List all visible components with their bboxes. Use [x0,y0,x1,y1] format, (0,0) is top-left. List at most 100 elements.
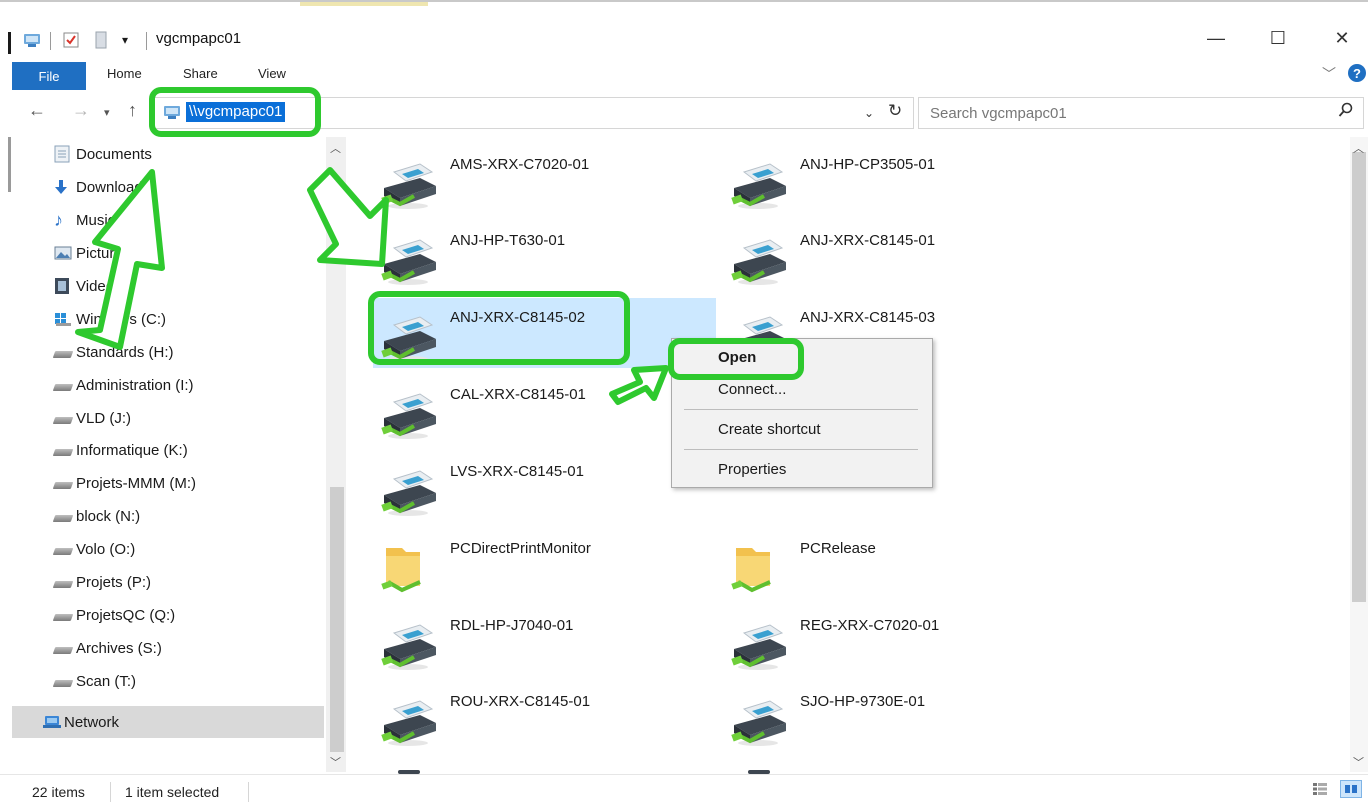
minimize-button[interactable]: — [1196,24,1236,52]
network-icon [42,714,64,730]
nav-item-label: Downloads [76,178,151,196]
nav-scroll-up-icon[interactable]: ︿ [330,140,341,156]
printer-item[interactable]: RDL-HP-J7040-01 [380,609,680,673]
nav-item-standards-h[interactable]: Standards (H:) [52,340,174,364]
printer-item[interactable]: ANJ-HP-T630-01 [380,224,680,288]
nav-item-windows-c[interactable]: Windows (C:) [54,307,166,331]
item-label: ANJ-XRX-C8145-01 [800,232,936,249]
printer-item[interactable]: ANJ-XRX-C8145-01 [730,224,1030,288]
music-icon: ♪ [54,209,63,230]
nav-item-videos[interactable]: Videos [54,274,122,298]
window-title: vgcmpapc01 [156,30,242,47]
forward-arrow-icon[interactable]: → [72,100,90,121]
item-label: ROU-XRX-C8145-01 [450,693,591,710]
printer-item[interactable]: ROU-XRX-C8145-01 [380,685,680,749]
pictures-icon [54,246,76,260]
help-icon[interactable]: ? [1348,64,1366,82]
nav-item-projetsqc-q[interactable]: ProjetsQC (Q:) [52,603,176,627]
nav-item-label: ProjetsQC (Q:) [76,606,176,624]
nav-item-administration-i[interactable]: Administration (I:) [52,373,194,397]
network-drive-icon [52,577,76,588]
tab-file[interactable]: File [12,62,86,90]
explorer-window: ▾ vgcmpapc01 — ☐ ✕ File Home Share View … [0,0,1368,812]
item-label: CAL-XRX-C8145-01 [450,386,586,403]
folder-item[interactable]: PCRelease [730,532,1030,596]
nav-item-scan-t[interactable]: Scan (T:) [52,669,136,693]
maximize-button[interactable]: ☐ [1258,24,1298,52]
back-arrow-icon[interactable]: ← [28,100,46,121]
nav-scroll-down-icon[interactable]: ﹀ [330,754,341,770]
item-label: ANJ-HP-T630-01 [450,232,566,249]
item-label: ANJ-XRX-C8145-03 [800,309,936,326]
large-icons-view-icon[interactable] [1340,780,1362,798]
nav-item-network[interactable]: Network [42,710,119,734]
network-drive-icon [52,347,76,358]
nav-item-label: Windows (C:) [76,310,167,328]
app-network-icon [22,30,44,50]
nav-item-label: Standards (H:) [76,343,174,361]
context-menu-connect[interactable]: Connect... [718,381,786,398]
close-icon: ✕ [1334,27,1350,48]
item-label: PCDirectPrintMonitor [450,540,591,557]
network-drive-icon [52,413,76,424]
content-scroll-down-icon[interactable]: ﹀ [1353,754,1364,770]
nav-item-informatique-k[interactable]: Informatique (K:) [52,438,188,462]
properties-quick-icon[interactable] [62,30,80,50]
context-menu-create-shortcut[interactable]: Create shortcut [718,421,821,438]
nav-item-label: Projets-MMM (M:) [76,474,196,492]
nav-item-vld-j[interactable]: VLD (J:) [52,406,131,430]
folder-item[interactable]: PCDirectPrintMonitor [380,532,680,596]
item-label: REG-XRX-C7020-01 [800,617,940,634]
refresh-icon[interactable]: ↻ [888,101,902,121]
nav-item-label: Volo (O:) [76,540,136,558]
printer-item[interactable]: AMS-XRX-C7020-01 [380,148,680,212]
context-menu-properties[interactable]: Properties [718,461,786,478]
printer-item[interactable]: CAL-XRX-C8145-01 [380,378,680,442]
close-button[interactable]: ✕ [1322,24,1362,52]
nav-item-documents[interactable]: Documents [54,142,152,166]
nav-item-label: Music [76,211,116,229]
search-icon[interactable] [1338,102,1354,121]
search-placeholder: Search vgcmpapc01 [930,105,1067,122]
nav-item-projets-mmm-m[interactable]: Projets-MMM (M:) [52,471,196,495]
details-view-icon[interactable] [1312,782,1328,799]
address-history-chevron-icon[interactable]: ⌄ [864,106,874,120]
nav-item-music[interactable]: ♪ Music [54,208,115,232]
nav-item-downloads[interactable]: Downloads [54,175,150,199]
tab-view[interactable]: View [258,66,286,81]
recent-locations-chevron-icon[interactable]: ▾ [104,106,110,119]
tab-share[interactable]: Share [183,66,218,81]
nav-item-projets-p[interactable]: Projets (P:) [52,570,152,594]
network-drive-icon [52,610,76,621]
nav-item-label: Archives (S:) [76,639,162,657]
nav-item-block-n[interactable]: block (N:) [52,504,140,528]
nav-item-pictures[interactable]: Pictures [54,241,130,265]
network-drive-icon [52,511,76,522]
context-menu-separator [684,409,918,410]
item-label: SJO-HP-9730E-01 [800,693,926,710]
nav-scrollbar-thumb[interactable] [330,487,344,752]
status-item-count: 22 items [32,784,85,800]
new-folder-quick-icon[interactable] [94,30,108,50]
nav-item-label: Informatique (K:) [76,441,188,459]
windows-drive-icon [54,312,76,326]
network-drive-icon [52,676,76,687]
nav-item-archives-s[interactable]: Archives (S:) [52,636,162,660]
customize-quick-access-icon[interactable]: ▾ [122,30,128,50]
up-arrow-icon[interactable]: ↑ [128,100,137,121]
printer-item[interactable]: ANJ-HP-CP3505-01 [730,148,1030,212]
printer-item[interactable]: LVS-XRX-C8145-01 [380,455,680,519]
nav-item-label: Projets (P:) [76,573,152,591]
printer-item[interactable]: REG-XRX-C7020-01 [730,609,1030,673]
content-scrollbar-thumb[interactable] [1352,152,1366,602]
nav-item-label: Documents [76,145,152,163]
nav-item-volo-o[interactable]: Volo (O:) [52,537,136,561]
tab-home[interactable]: Home [107,66,142,81]
content-scroll-up-icon[interactable]: ︿ [1353,140,1364,156]
ribbon-expand-chevron-icon[interactable]: ﹀ [1322,64,1336,84]
item-label: ANJ-HP-CP3505-01 [800,156,936,173]
maximize-icon: ☐ [1269,27,1287,48]
documents-icon [54,145,76,163]
printer-item[interactable]: SJO-HP-9730E-01 [730,685,1030,749]
status-separator [110,782,111,802]
